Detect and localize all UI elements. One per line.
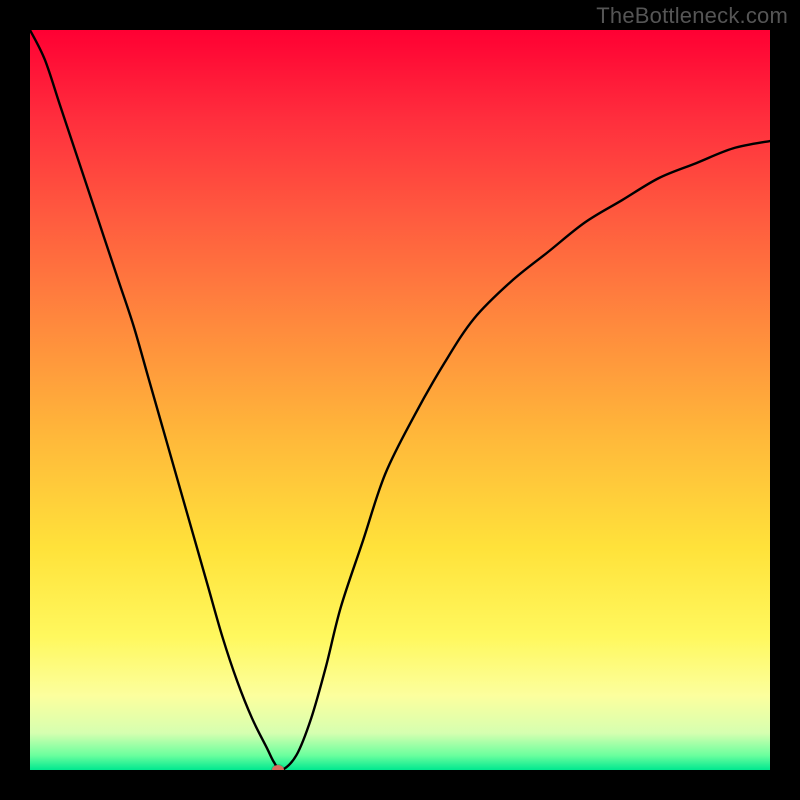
plot-area — [30, 30, 770, 770]
minimum-marker-dot — [272, 765, 284, 770]
chart-frame: TheBottleneck.com — [0, 0, 800, 800]
watermark-text: TheBottleneck.com — [596, 3, 788, 29]
bottleneck-curve — [30, 30, 770, 770]
